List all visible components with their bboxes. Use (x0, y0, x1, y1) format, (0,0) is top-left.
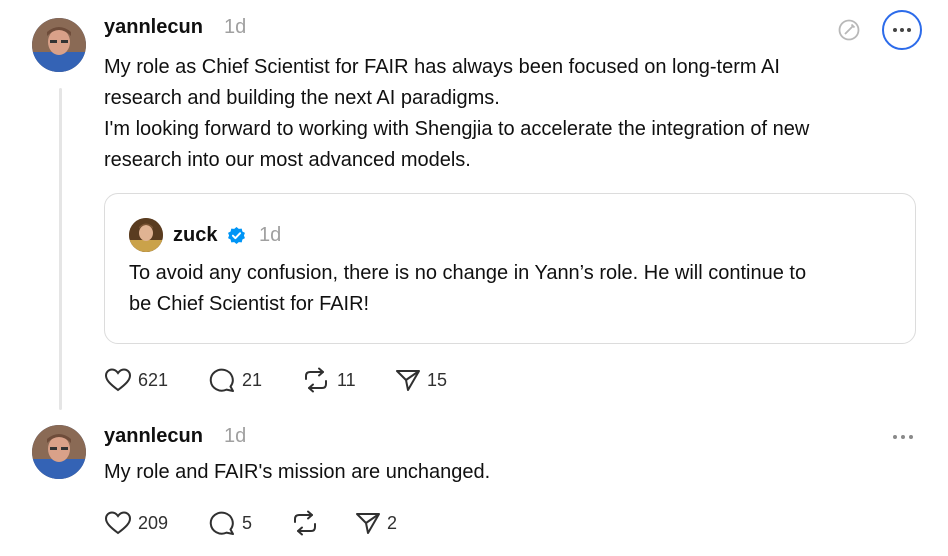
thread-line (59, 88, 62, 410)
like-count: 209 (138, 512, 169, 533)
post-text-line: research into our most advanced models. (104, 149, 471, 171)
reply-count: 5 (242, 512, 253, 533)
like-icon (104, 511, 132, 535)
repost-count: 11 (337, 369, 356, 390)
post-username[interactable]: yannlecun (104, 16, 203, 39)
edit-disabled-icon[interactable] (836, 17, 862, 43)
reply-button[interactable]: 5 (208, 510, 252, 536)
quote-avatar[interactable] (129, 218, 163, 252)
post-text-line: My role as Chief Scientist for FAIR has … (104, 56, 780, 78)
post-text-line: My role and FAIR's mission are unchanged… (104, 461, 491, 483)
reply-icon (209, 368, 234, 392)
post-text-line: research and building the next AI paradi… (104, 87, 500, 109)
repost-icon (294, 510, 316, 536)
repost-button[interactable] (290, 510, 326, 536)
quote-text: To avoid any confusion, there is no chan… (129, 258, 806, 320)
more-icon (893, 435, 913, 439)
repost-icon (305, 367, 327, 393)
more-button[interactable] (882, 10, 922, 50)
quote-time[interactable]: 1d (259, 224, 281, 247)
share-button[interactable]: 15 (395, 367, 447, 393)
quote-username[interactable]: zuck (173, 224, 217, 247)
more-button[interactable] (890, 428, 916, 446)
post-text: My role and FAIR's mission are unchanged… (104, 457, 490, 488)
share-count: 15 (427, 369, 448, 390)
like-count: 621 (138, 369, 169, 390)
share-count: 2 (387, 512, 398, 533)
post-text-line: I'm looking forward to working with Shen… (104, 118, 810, 140)
like-icon (104, 368, 132, 392)
reply-icon (209, 511, 234, 535)
more-icon (893, 28, 911, 32)
verified-badge-icon (226, 225, 246, 245)
share-icon (396, 370, 420, 391)
repost-button[interactable]: 11 (301, 367, 356, 393)
avatar[interactable] (32, 18, 86, 72)
quote-text-line: be Chief Scientist for FAIR! (129, 293, 370, 315)
reply-count: 21 (242, 369, 263, 390)
post-time[interactable]: 1d (224, 425, 246, 448)
quoted-post-card[interactable]: zuck 1d To avoid any confusion, there is… (104, 193, 916, 344)
reply-button[interactable]: 21 (208, 367, 262, 393)
like-button[interactable]: 209 (104, 510, 168, 536)
share-button[interactable]: 2 (355, 510, 397, 536)
like-button[interactable]: 621 (104, 367, 168, 393)
avatar[interactable] (32, 425, 86, 479)
share-icon (356, 513, 380, 534)
post-time[interactable]: 1d (224, 16, 246, 39)
post-text: My role as Chief Scientist for FAIR has … (104, 52, 809, 176)
post-username[interactable]: yannlecun (104, 425, 203, 448)
quote-text-line: To avoid any confusion, there is no chan… (129, 262, 807, 284)
